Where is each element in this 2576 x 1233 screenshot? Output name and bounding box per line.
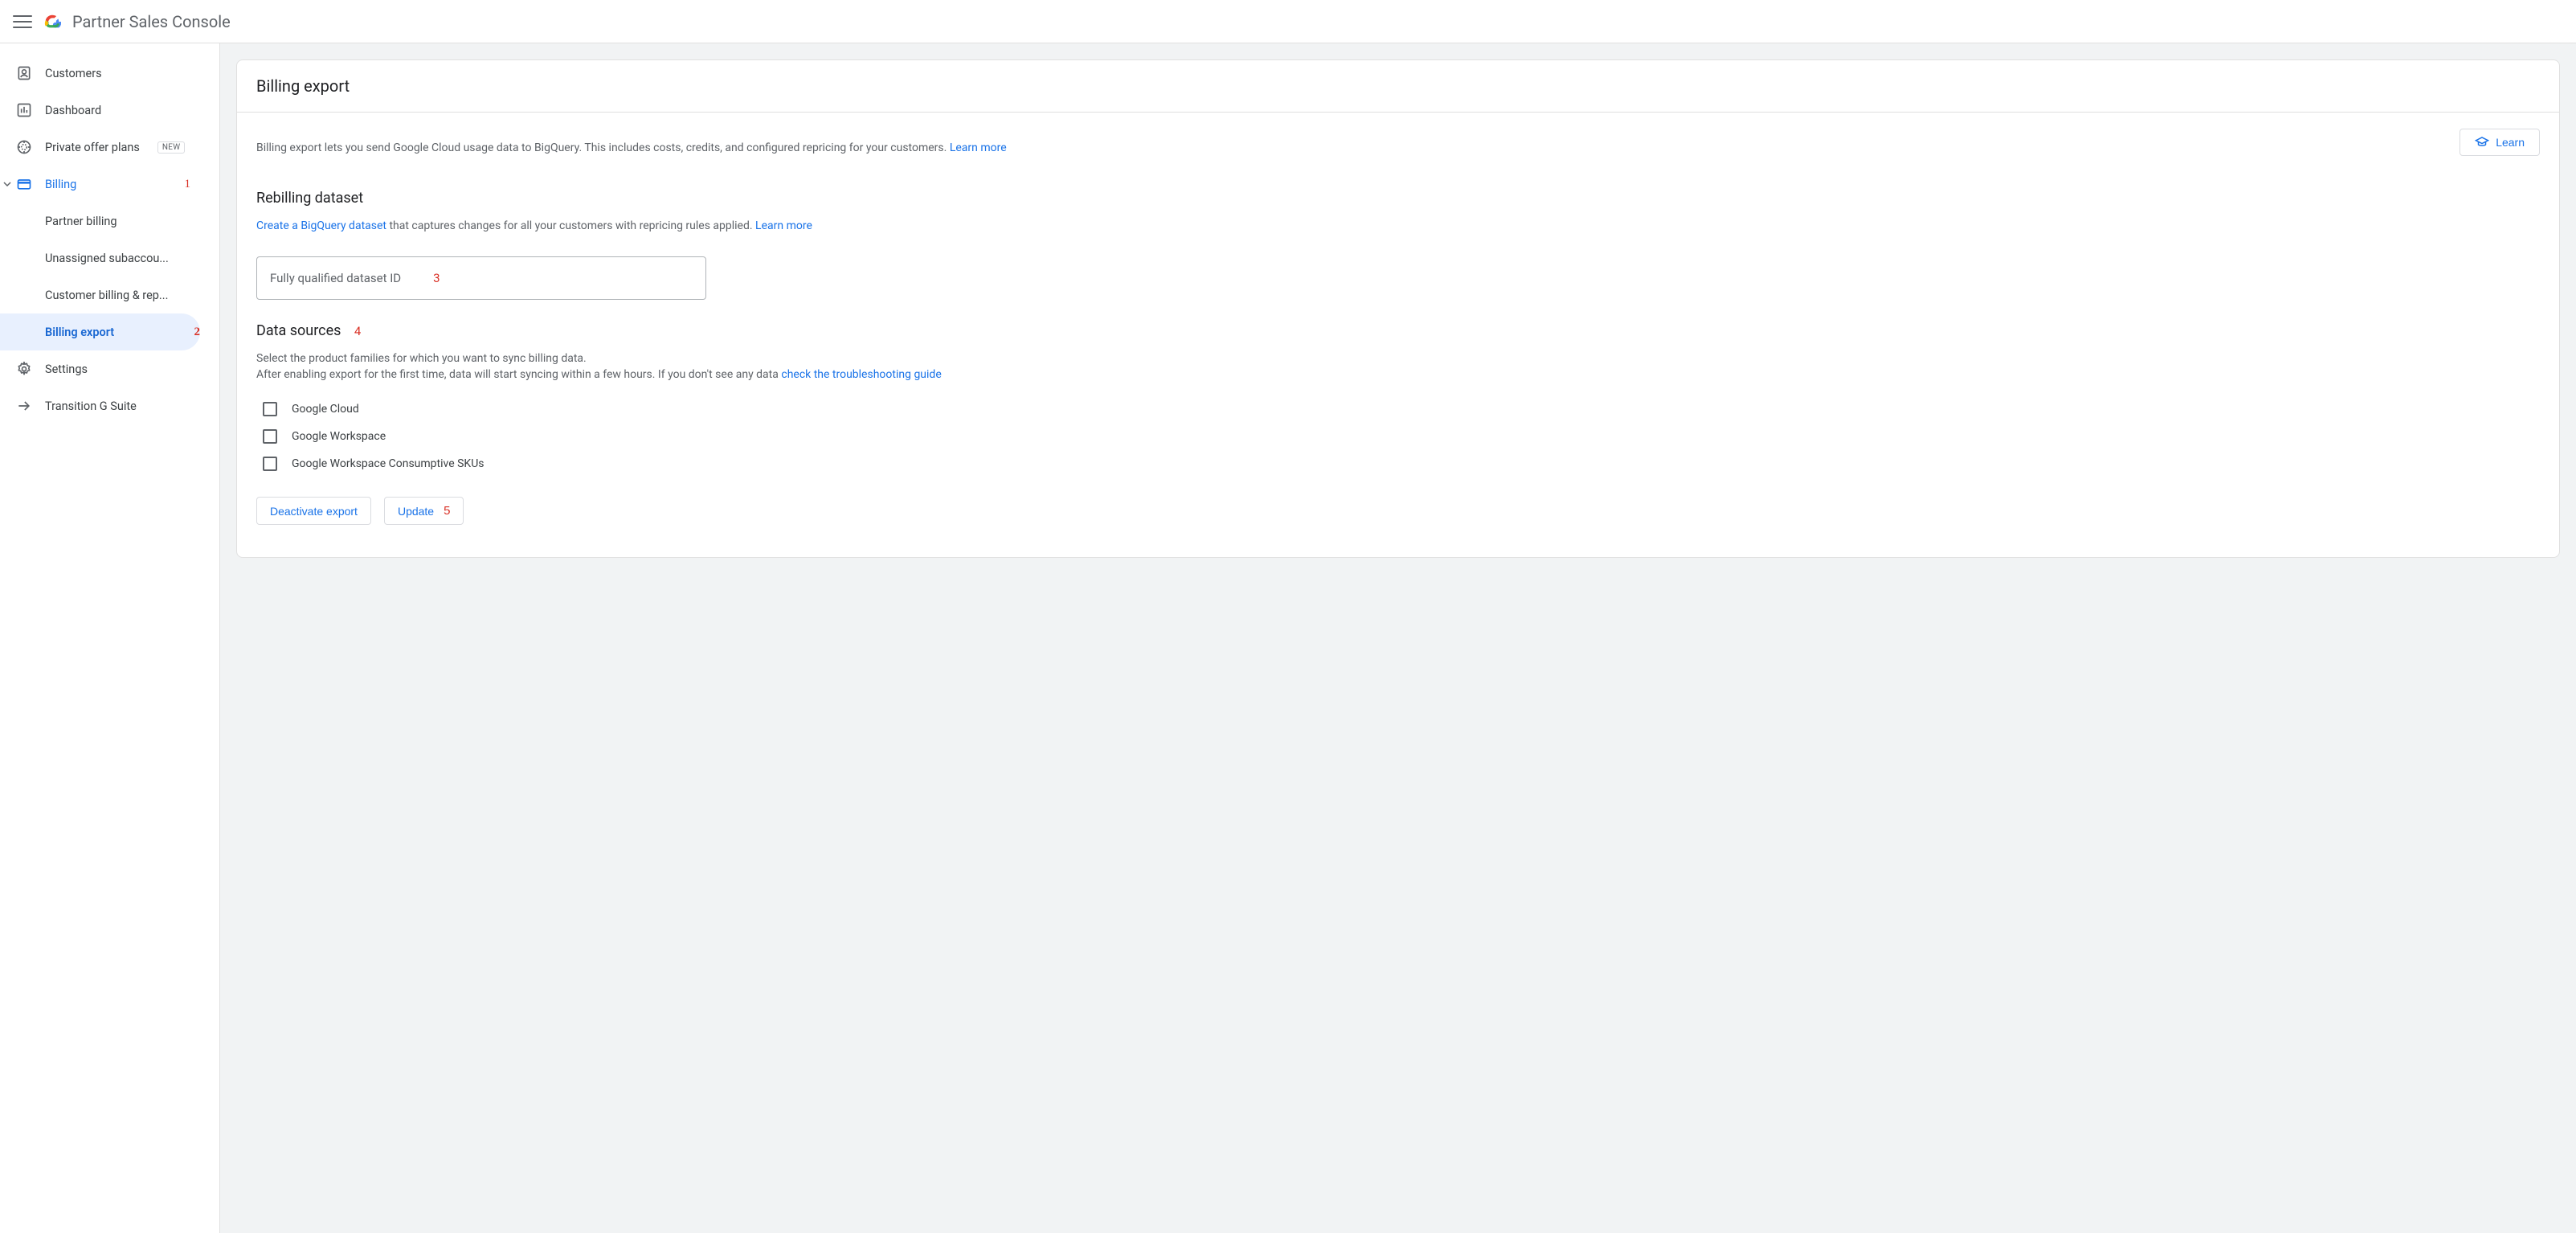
annotation-1: 1 (185, 178, 204, 191)
graduation-cap-icon (2475, 135, 2489, 150)
caret-down-icon (3, 180, 11, 188)
checkbox-icon[interactable] (263, 402, 277, 416)
top-bar: Partner Sales Console (0, 0, 2576, 43)
google-cloud-logo-icon (43, 13, 61, 31)
update-button[interactable]: Update 5 (384, 497, 464, 525)
checkbox-icon[interactable] (263, 429, 277, 444)
dataset-id-input[interactable]: Fully qualified dataset ID 3 (256, 256, 706, 300)
sidebar: Customers Dashboard Private offer plans … (0, 43, 220, 1233)
sidebar-item-label: Settings (45, 363, 88, 376)
sidebar-item-label: Customer billing & rep... (45, 289, 168, 302)
page-title: Billing export (237, 60, 2559, 113)
dashboard-icon (16, 102, 32, 118)
customers-icon (16, 65, 32, 81)
sidebar-item-label: Unassigned subaccou... (45, 252, 169, 265)
sidebar-sub-customer-billing[interactable]: Customer billing & rep... (0, 277, 200, 313)
checkbox-icon[interactable] (263, 457, 277, 471)
arrow-right-icon (16, 398, 32, 414)
rebilling-description: Create a BigQuery dataset that captures … (256, 218, 2540, 234)
sidebar-item-billing[interactable]: Billing 1 (0, 166, 219, 203)
deactivate-export-button[interactable]: Deactivate export (256, 497, 371, 525)
sidebar-item-settings[interactable]: Settings (0, 350, 219, 387)
annotation-4: 4 (354, 324, 361, 338)
checkbox-row-google-workspace-consumptive[interactable]: Google Workspace Consumptive SKUs (256, 450, 2540, 477)
checkbox-label: Google Workspace (292, 430, 386, 443)
sidebar-item-label: Transition G Suite (45, 399, 137, 413)
sidebar-item-dashboard[interactable]: Dashboard (0, 92, 219, 129)
billing-icon (16, 176, 32, 192)
new-badge: NEW (157, 141, 186, 154)
annotation-3: 3 (433, 271, 440, 285)
annotation-5: 5 (444, 504, 450, 518)
intro-learn-more-link[interactable]: Learn more (950, 141, 1007, 154)
sidebar-item-label: Partner billing (45, 215, 117, 228)
data-sources-description: Select the product families for which yo… (256, 350, 2540, 383)
billing-export-card: Billing export Billing export lets you s… (236, 59, 2560, 558)
sidebar-item-label: Dashboard (45, 104, 101, 117)
offer-plans-icon (16, 139, 32, 155)
checkbox-label: Google Workspace Consumptive SKUs (292, 457, 485, 470)
checkbox-row-google-cloud[interactable]: Google Cloud (256, 395, 2540, 423)
sidebar-item-label: Billing export (45, 326, 114, 339)
learn-button[interactable]: Learn (2459, 129, 2540, 156)
checkbox-row-google-workspace[interactable]: Google Workspace (256, 423, 2540, 450)
sidebar-item-transition-gsuite[interactable]: Transition G Suite (0, 387, 219, 424)
sidebar-item-label: Billing (45, 178, 76, 191)
sidebar-sub-partner-billing[interactable]: Partner billing (0, 203, 200, 240)
sidebar-item-label: Private offer plans (45, 141, 140, 154)
menu-icon[interactable] (13, 12, 32, 31)
intro-text: Billing export lets you send Google Clou… (256, 140, 2440, 156)
gear-icon (16, 361, 32, 377)
sidebar-item-private-offer-plans[interactable]: Private offer plans NEW (0, 129, 219, 166)
product-title: Partner Sales Console (72, 12, 231, 31)
troubleshooting-link[interactable]: check the troubleshooting guide (781, 368, 941, 381)
sidebar-sub-billing-export[interactable]: Billing export 2 (0, 313, 200, 350)
checkbox-label: Google Cloud (292, 403, 359, 416)
rebilling-heading: Rebilling dataset (256, 190, 2540, 207)
sidebar-sub-unassigned-subaccounts[interactable]: Unassigned subaccou... (0, 240, 200, 277)
create-bq-dataset-link[interactable]: Create a BigQuery dataset (256, 219, 386, 232)
rebilling-learn-more-link[interactable]: Learn more (755, 219, 812, 232)
annotation-2: 2 (194, 326, 201, 339)
sidebar-item-label: Customers (45, 67, 102, 80)
data-sources-heading: Data sources 4 (256, 322, 2540, 339)
main-content: Billing export Billing export lets you s… (220, 43, 2576, 1233)
sidebar-item-customers[interactable]: Customers (0, 55, 219, 92)
